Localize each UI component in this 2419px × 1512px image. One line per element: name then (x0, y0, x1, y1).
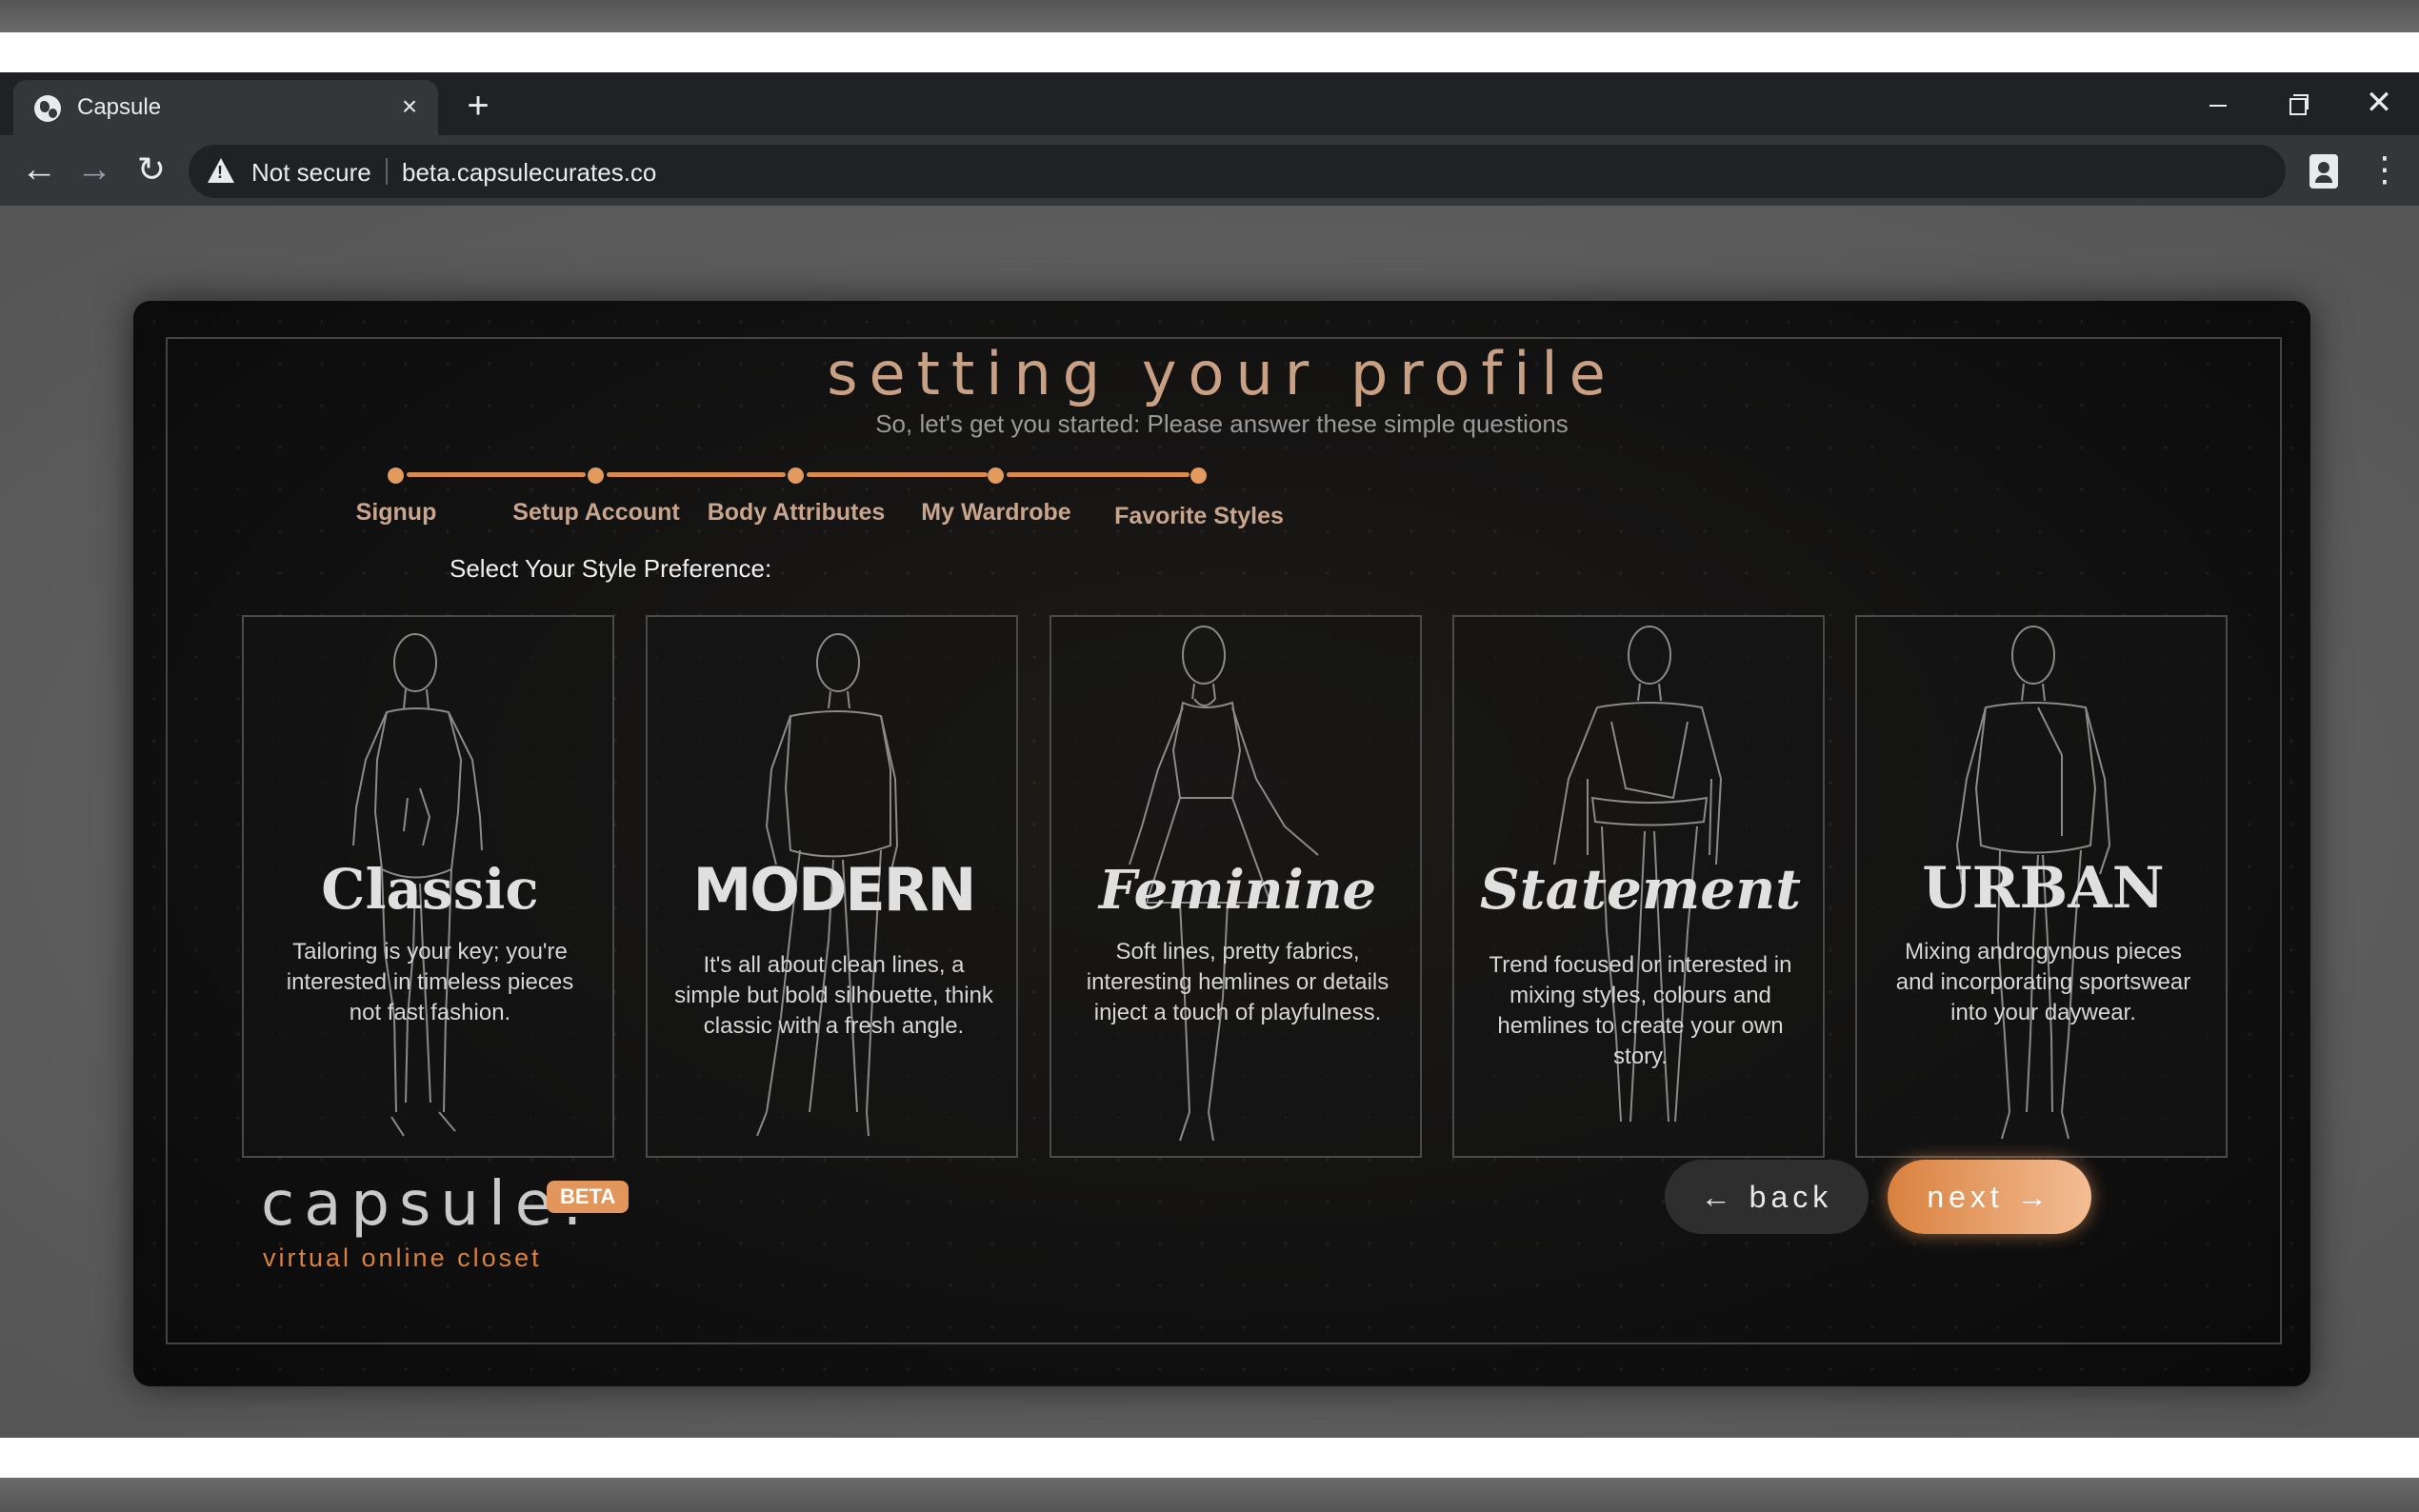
tab-capsule[interactable]: Capsule × (13, 80, 438, 135)
top-screen-bar (0, 0, 2419, 32)
browser-toolbar: ← → ↻ Not secure beta.capsulecurates.co … (0, 135, 2419, 206)
close-tab-icon[interactable]: × (394, 91, 425, 122)
page-viewport: setting your profile So, let's get you s… (0, 206, 2419, 1438)
bottom-screen-bar (0, 1478, 2419, 1512)
bottom-white-band (0, 1438, 2419, 1478)
style-desc-classic: Tailoring is your key; you're interested… (286, 939, 574, 1025)
brand-logo: capsule: (261, 1169, 592, 1240)
style-card-urban[interactable]: URBAN Mixing androgynous pieces and inco… (1855, 615, 2228, 1158)
minimize-button[interactable] (2193, 82, 2241, 124)
step-dot-body-attributes[interactable] (788, 468, 804, 484)
style-name-modern: MODERN (692, 855, 977, 925)
back-button[interactable]: ← back (1665, 1160, 1869, 1234)
style-name-feminine: Feminine (1098, 859, 1377, 922)
browser-window: Capsule × + ✕ ← → ↻ Not secure beta.caps… (0, 72, 2419, 1438)
warning-icon[interactable] (208, 158, 234, 183)
security-label[interactable]: Not secure (251, 158, 371, 187)
brand-tagline: virtual online closet (263, 1243, 542, 1272)
globe-icon (34, 95, 61, 122)
close-window-button[interactable]: ✕ (2355, 82, 2403, 124)
page-title: setting your profile (827, 339, 1617, 408)
profile-modal: setting your profile So, let's get you s… (133, 301, 2310, 1386)
next-button[interactable]: next → (1888, 1160, 2091, 1234)
restore-button[interactable] (2274, 82, 2322, 124)
style-name-urban: URBAN (1922, 855, 2165, 922)
style-desc-statement: Trend focused or interested in mixing st… (1489, 952, 1792, 1069)
step-label-favorite-styles[interactable]: Favorite Styles (1056, 503, 1342, 530)
style-card-statement[interactable]: Statement Trend focused or interested in… (1452, 615, 1825, 1158)
tab-title: Capsule (77, 94, 162, 120)
new-tab-button[interactable]: + (459, 87, 497, 127)
style-desc-feminine: Soft lines, pretty fabrics, interesting … (1086, 939, 1389, 1025)
beta-badge: BETA (547, 1181, 630, 1213)
forward-arrow-icon[interactable]: → (72, 149, 116, 192)
step-dot-setup-account[interactable] (588, 468, 604, 484)
url-text[interactable]: beta.capsulecurates.co (402, 158, 656, 187)
style-card-classic[interactable]: Classic Tailoring is your key; you're in… (242, 615, 614, 1158)
step-dot-signup[interactable] (388, 468, 404, 484)
style-desc-modern: It's all about clean lines, a simple but… (674, 952, 993, 1039)
page-subtitle: So, let's get you started: Please answer… (875, 409, 1569, 438)
top-white-band (0, 32, 2419, 72)
style-name-statement: Statement (1479, 857, 1802, 922)
step-connector (607, 472, 786, 477)
style-desc-urban: Mixing androgynous pieces and incorporat… (1895, 939, 2191, 1025)
address-divider (386, 158, 388, 185)
step-dot-favorite-styles[interactable] (1190, 468, 1207, 484)
back-arrow-icon[interactable]: ← (17, 149, 61, 192)
style-name-classic: Classic (321, 857, 539, 922)
style-card-modern[interactable]: MODERN It's all about clean lines, a sim… (646, 615, 1018, 1158)
step-connector (1007, 472, 1190, 477)
step-connector (807, 472, 988, 477)
step-connector (407, 472, 586, 477)
profile-icon[interactable] (2309, 154, 2338, 189)
style-card-feminine[interactable]: Feminine Soft lines, pretty fabrics, int… (1050, 615, 1422, 1158)
tab-strip: Capsule × + ✕ (0, 72, 2419, 135)
address-bar[interactable]: Not secure beta.capsulecurates.co (189, 145, 2286, 198)
menu-icon[interactable]: ⋮ (2368, 150, 2402, 192)
style-preference-label: Select Your Style Preference: (450, 554, 772, 583)
step-dot-my-wardrobe[interactable] (988, 468, 1004, 484)
reload-icon[interactable]: ↻ (130, 149, 173, 192)
